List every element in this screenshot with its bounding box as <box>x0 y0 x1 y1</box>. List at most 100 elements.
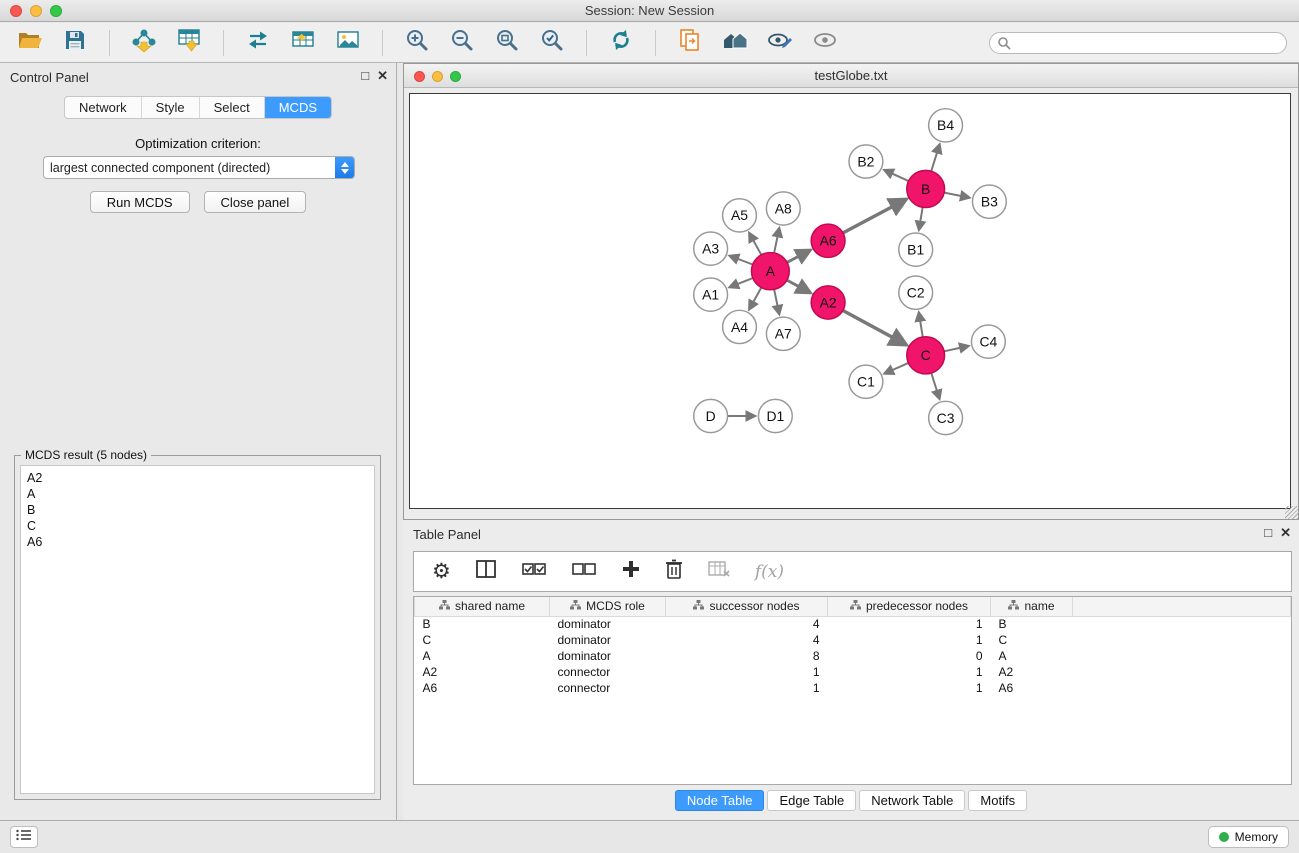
close-window-button[interactable] <box>10 5 22 17</box>
graph-node-A[interactable]: A <box>751 253 789 290</box>
run-mcds-button[interactable]: Run MCDS <box>90 191 190 213</box>
export-network-button[interactable] <box>240 28 276 58</box>
graph-node-A1[interactable]: A1 <box>694 278 728 311</box>
criterion-dropdown[interactable]: largest connected component (directed) <box>43 156 355 179</box>
column-header[interactable]: name <box>991 597 1073 616</box>
copy-view-button[interactable] <box>672 28 708 58</box>
graph-node-A8[interactable]: A8 <box>766 192 800 225</box>
tab-motifs[interactable]: Motifs <box>968 790 1027 811</box>
export-image-button[interactable] <box>330 28 366 58</box>
graph-edge-C-C4[interactable] <box>944 346 969 351</box>
graph-edge-C-C2[interactable] <box>919 312 923 337</box>
mcds-result-item[interactable]: A <box>27 486 368 502</box>
graph-edge-C-C1[interactable] <box>884 363 908 374</box>
export-table-button[interactable] <box>285 28 321 58</box>
zoom-network-window-button[interactable] <box>450 71 461 82</box>
float-panel-icon[interactable]: □ <box>361 68 369 84</box>
close-network-window-button[interactable] <box>414 71 425 82</box>
graph-edge-A-A3[interactable] <box>729 256 752 265</box>
node-table-container[interactable]: shared nameMCDS rolesuccessor nodesprede… <box>413 596 1292 785</box>
tab-node-table[interactable]: Node Table <box>675 790 765 811</box>
table-settings-button[interactable]: ⚙ <box>432 561 451 582</box>
zoom-window-button[interactable] <box>50 5 62 17</box>
zoom-in-button[interactable] <box>399 28 435 58</box>
tab-style[interactable]: Style <box>142 97 200 118</box>
table-row[interactable]: Bdominator41B <box>415 616 1291 632</box>
graph-node-C3[interactable]: C3 <box>929 401 963 434</box>
zoom-out-button[interactable] <box>444 28 480 58</box>
function-builder-button[interactable]: f(x) <box>755 562 784 582</box>
save-session-button[interactable] <box>57 28 93 58</box>
network-manager-button[interactable] <box>717 28 753 58</box>
delete-table-button[interactable] <box>707 559 731 584</box>
graph-node-B4[interactable]: B4 <box>929 109 963 142</box>
graph-node-C2[interactable]: C2 <box>899 276 933 309</box>
graph-node-B3[interactable]: B3 <box>972 185 1006 218</box>
refresh-layout-button[interactable] <box>603 28 639 58</box>
tab-select[interactable]: Select <box>200 97 265 118</box>
graph-node-B1[interactable]: B1 <box>899 233 933 266</box>
network-graph[interactable]: B4B2BB3A5A8A6B1A3AA1C2A2A4A7C4CC1C3DD1 <box>410 94 1290 508</box>
search-input[interactable] <box>989 32 1287 54</box>
graph-edge-A-A8[interactable] <box>774 228 779 253</box>
graph-node-B[interactable]: B <box>907 170 945 207</box>
network-canvas[interactable]: B4B2BB3A5A8A6B1A3AA1C2A2A4A7C4CC1C3DD1 <box>409 93 1291 509</box>
close-panel-icon[interactable]: ✕ <box>377 68 388 84</box>
column-header[interactable]: successor nodes <box>666 597 828 616</box>
graph-edge-A2-C[interactable] <box>843 310 907 344</box>
graph-edge-B-B3[interactable] <box>944 193 970 198</box>
create-column-button[interactable] <box>621 559 641 584</box>
graph-edge-B-B4[interactable] <box>931 144 939 171</box>
close-table-panel-icon[interactable]: ✕ <box>1280 525 1291 541</box>
graph-node-A3[interactable]: A3 <box>694 232 728 265</box>
graph-node-A4[interactable]: A4 <box>723 310 757 343</box>
graph-node-A6[interactable]: A6 <box>811 224 845 257</box>
zoom-fit-button[interactable] <box>489 28 525 58</box>
graph-node-B2[interactable]: B2 <box>849 145 883 178</box>
mcds-result-item[interactable]: A6 <box>27 534 368 550</box>
select-all-columns-button[interactable] <box>521 559 547 584</box>
tab-mcds[interactable]: MCDS <box>265 97 331 118</box>
network-window-titlebar[interactable]: testGlobe.txt <box>404 64 1298 88</box>
tab-network[interactable]: Network <box>65 97 142 118</box>
annotation-mode-button[interactable] <box>762 28 798 58</box>
float-table-panel-icon[interactable]: □ <box>1264 525 1272 541</box>
close-panel-button[interactable]: Close panel <box>204 191 307 213</box>
show-hide-button[interactable] <box>807 28 843 58</box>
graph-edge-A-A5[interactable] <box>749 233 761 255</box>
show-columns-button[interactable] <box>475 559 497 584</box>
import-network-button[interactable] <box>126 28 162 58</box>
mcds-result-item[interactable]: B <box>27 502 368 518</box>
import-table-button[interactable] <box>171 28 207 58</box>
task-history-button[interactable] <box>10 826 38 848</box>
graph-edge-A-A7[interactable] <box>774 289 779 314</box>
graph-node-C[interactable]: C <box>907 337 945 374</box>
graph-node-C1[interactable]: C1 <box>849 365 883 398</box>
minimize-window-button[interactable] <box>30 5 42 17</box>
mcds-result-list[interactable]: A2ABCA6 <box>20 465 375 794</box>
graph-edge-B-B2[interactable] <box>884 170 909 181</box>
graph-node-D[interactable]: D <box>694 399 728 432</box>
unselect-all-columns-button[interactable] <box>571 559 597 584</box>
graph-edge-C-C3[interactable] <box>931 373 939 399</box>
graph-edge-A6-B[interactable] <box>843 199 906 233</box>
window-resize-handle[interactable] <box>1285 506 1298 519</box>
mcds-result-item[interactable]: C <box>27 518 368 534</box>
open-session-button[interactable] <box>12 28 48 58</box>
memory-button[interactable]: Memory <box>1208 826 1289 848</box>
graph-edge-A-A6[interactable] <box>787 250 810 262</box>
column-header[interactable]: MCDS role <box>550 597 666 616</box>
graph-node-D1[interactable]: D1 <box>758 399 792 432</box>
column-header[interactable]: predecessor nodes <box>828 597 991 616</box>
table-header-row[interactable]: shared nameMCDS rolesuccessor nodesprede… <box>415 597 1291 616</box>
graph-node-C4[interactable]: C4 <box>971 325 1005 358</box>
graph-node-A2[interactable]: A2 <box>811 286 845 319</box>
graph-node-A5[interactable]: A5 <box>723 199 757 232</box>
graph-edge-A-A1[interactable] <box>729 278 753 287</box>
graph-edge-A-A4[interactable] <box>749 287 761 309</box>
table-row[interactable]: Adominator80A <box>415 648 1291 664</box>
mcds-result-item[interactable]: A2 <box>27 470 368 486</box>
table-row[interactable]: A2connector11A2 <box>415 664 1291 680</box>
zoom-selected-button[interactable] <box>534 28 570 58</box>
table-row[interactable]: A6connector11A6 <box>415 680 1291 696</box>
